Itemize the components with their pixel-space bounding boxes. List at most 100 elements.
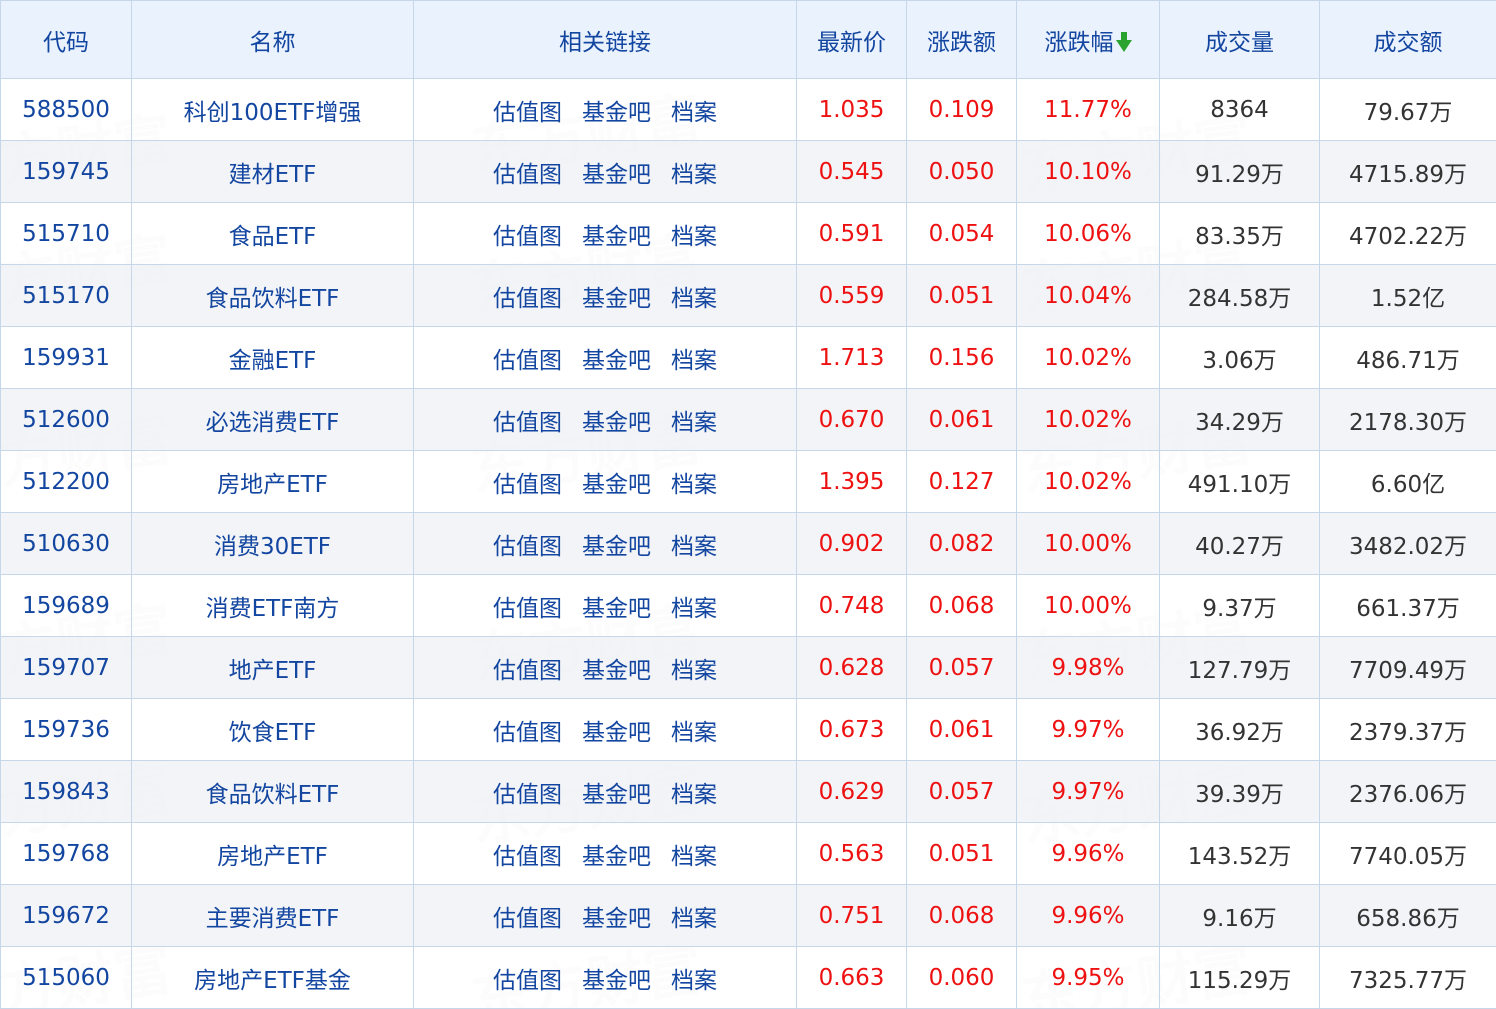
cell-name[interactable]: 食品饮料ETF [132,265,414,327]
cell-links: 估值图基金吧档案 [414,451,797,513]
cell-code[interactable]: 159689 [1,575,132,637]
valuation-chart-link[interactable]: 估值图 [493,162,562,188]
cell-name[interactable]: 食品饮料ETF [132,761,414,823]
header-change-pct[interactable]: 涨跌幅 [1017,1,1160,79]
valuation-chart-link[interactable]: 估值图 [493,410,562,436]
cell-change: 0.054 [907,203,1017,265]
fund-forum-link[interactable]: 基金吧 [582,286,651,312]
cell-price: 0.670 [797,389,907,451]
fund-forum-link[interactable]: 基金吧 [582,968,651,994]
fund-profile-link[interactable]: 档案 [671,720,717,746]
cell-volume: 40.27万 [1160,513,1320,575]
cell-price: 0.591 [797,203,907,265]
cell-name[interactable]: 金融ETF [132,327,414,389]
fund-profile-link[interactable]: 档案 [671,348,717,374]
cell-name[interactable]: 房地产ETF [132,823,414,885]
valuation-chart-link[interactable]: 估值图 [493,968,562,994]
cell-code[interactable]: 159736 [1,699,132,761]
cell-volume: 36.92万 [1160,699,1320,761]
cell-code[interactable]: 588500 [1,79,132,141]
fund-forum-link[interactable]: 基金吧 [582,224,651,250]
valuation-chart-link[interactable]: 估值图 [493,782,562,808]
fund-forum-link[interactable]: 基金吧 [582,658,651,684]
cell-name[interactable]: 必选消费ETF [132,389,414,451]
cell-code[interactable]: 515710 [1,203,132,265]
cell-name[interactable]: 食品ETF [132,203,414,265]
fund-forum-link[interactable]: 基金吧 [582,410,651,436]
fund-profile-link[interactable]: 档案 [671,844,717,870]
cell-change-pct: 10.06% [1017,203,1160,265]
cell-name[interactable]: 地产ETF [132,637,414,699]
cell-code[interactable]: 515060 [1,947,132,1009]
fund-profile-link[interactable]: 档案 [671,906,717,932]
fund-forum-link[interactable]: 基金吧 [582,472,651,498]
cell-code[interactable]: 159672 [1,885,132,947]
cell-name[interactable]: 房地产ETF基金 [132,947,414,1009]
fund-profile-link[interactable]: 档案 [671,658,717,684]
cell-volume: 34.29万 [1160,389,1320,451]
fund-profile-link[interactable]: 档案 [671,100,717,126]
cell-name[interactable]: 主要消费ETF [132,885,414,947]
header-code[interactable]: 代码 [1,1,132,79]
table-row: 515060房地产ETF基金估值图基金吧档案0.6630.0609.95%115… [1,947,1496,1009]
cell-code[interactable]: 159707 [1,637,132,699]
valuation-chart-link[interactable]: 估值图 [493,844,562,870]
cell-code[interactable]: 159768 [1,823,132,885]
cell-code[interactable]: 159745 [1,141,132,203]
header-amount[interactable]: 成交额 [1320,1,1496,79]
valuation-chart-link[interactable]: 估值图 [493,224,562,250]
cell-links: 估值图基金吧档案 [414,637,797,699]
fund-forum-link[interactable]: 基金吧 [582,100,651,126]
cell-name[interactable]: 科创100ETF增强 [132,79,414,141]
valuation-chart-link[interactable]: 估值图 [493,596,562,622]
cell-name[interactable]: 消费30ETF [132,513,414,575]
fund-forum-link[interactable]: 基金吧 [582,596,651,622]
cell-code[interactable]: 510630 [1,513,132,575]
cell-code[interactable]: 512600 [1,389,132,451]
fund-profile-link[interactable]: 档案 [671,596,717,622]
fund-forum-link[interactable]: 基金吧 [582,720,651,746]
cell-price: 0.628 [797,637,907,699]
cell-amount: 2376.06万 [1320,761,1496,823]
cell-name[interactable]: 房地产ETF [132,451,414,513]
cell-code[interactable]: 159843 [1,761,132,823]
header-price[interactable]: 最新价 [797,1,907,79]
fund-forum-link[interactable]: 基金吧 [582,844,651,870]
fund-profile-link[interactable]: 档案 [671,534,717,560]
valuation-chart-link[interactable]: 估值图 [493,534,562,560]
fund-forum-link[interactable]: 基金吧 [582,906,651,932]
valuation-chart-link[interactable]: 估值图 [493,100,562,126]
header-change[interactable]: 涨跌额 [907,1,1017,79]
cell-code[interactable]: 515170 [1,265,132,327]
fund-forum-link[interactable]: 基金吧 [582,162,651,188]
cell-name[interactable]: 建材ETF [132,141,414,203]
cell-price: 1.713 [797,327,907,389]
valuation-chart-link[interactable]: 估值图 [493,286,562,312]
header-volume[interactable]: 成交量 [1160,1,1320,79]
cell-code[interactable]: 159931 [1,327,132,389]
valuation-chart-link[interactable]: 估值图 [493,720,562,746]
valuation-chart-link[interactable]: 估值图 [493,658,562,684]
cell-change-pct: 9.98% [1017,637,1160,699]
fund-profile-link[interactable]: 档案 [671,162,717,188]
fund-forum-link[interactable]: 基金吧 [582,348,651,374]
valuation-chart-link[interactable]: 估值图 [493,348,562,374]
cell-change: 0.061 [907,389,1017,451]
cell-volume: 3.06万 [1160,327,1320,389]
fund-profile-link[interactable]: 档案 [671,472,717,498]
fund-profile-link[interactable]: 档案 [671,224,717,250]
header-name[interactable]: 名称 [132,1,414,79]
cell-change: 0.068 [907,885,1017,947]
fund-profile-link[interactable]: 档案 [671,968,717,994]
valuation-chart-link[interactable]: 估值图 [493,906,562,932]
valuation-chart-link[interactable]: 估值图 [493,472,562,498]
cell-name[interactable]: 消费ETF南方 [132,575,414,637]
fund-profile-link[interactable]: 档案 [671,410,717,436]
fund-profile-link[interactable]: 档案 [671,782,717,808]
cell-name[interactable]: 饮食ETF [132,699,414,761]
fund-forum-link[interactable]: 基金吧 [582,782,651,808]
cell-amount: 7740.05万 [1320,823,1496,885]
fund-profile-link[interactable]: 档案 [671,286,717,312]
fund-forum-link[interactable]: 基金吧 [582,534,651,560]
cell-code[interactable]: 512200 [1,451,132,513]
